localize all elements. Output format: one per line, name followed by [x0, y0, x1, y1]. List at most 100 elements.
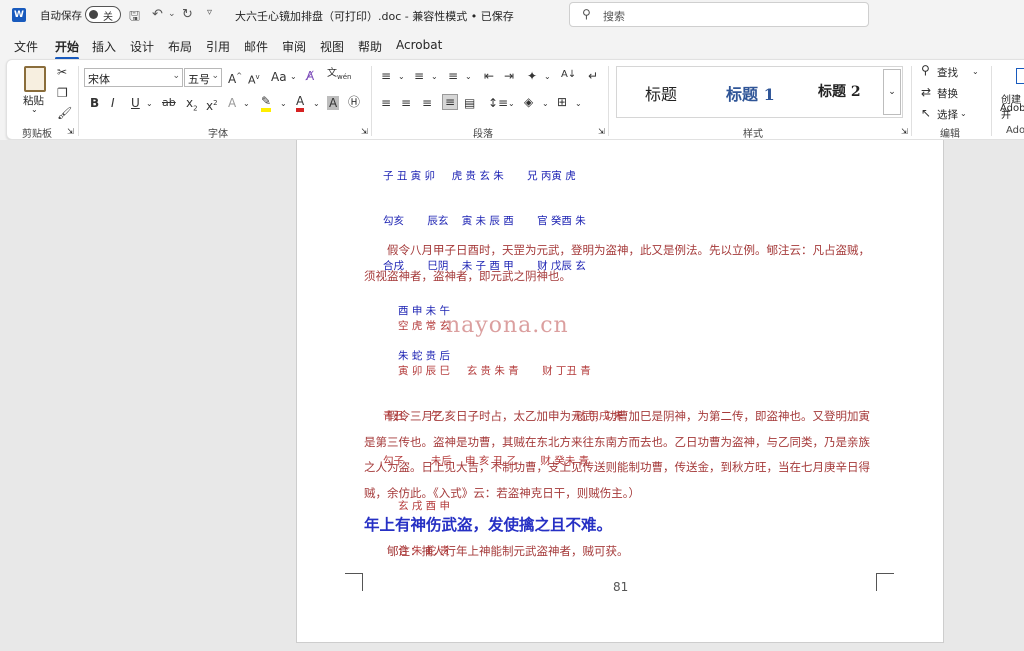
style-title[interactable]: 标题	[645, 81, 677, 105]
tab-view[interactable]: 视图	[320, 38, 344, 55]
subscript-icon[interactable]: x2	[186, 96, 198, 115]
save-icon[interactable]: 🖫	[129, 7, 140, 29]
tab-file[interactable]: 文件	[14, 38, 38, 55]
tab-references[interactable]: 引用	[206, 38, 230, 55]
tab-mailings[interactable]: 邮件	[244, 38, 268, 55]
multilevel-list-icon[interactable]: ≡	[448, 69, 458, 83]
tab-layout[interactable]: 布局	[168, 38, 192, 55]
font-size-select[interactable]: 五号 ⌄	[184, 68, 222, 87]
show-formatting-icon[interactable]: ↵	[588, 69, 598, 83]
character-shading-icon[interactable]: A	[327, 96, 340, 110]
margin-corner-left	[345, 573, 363, 591]
tab-review[interactable]: 审阅	[282, 38, 306, 55]
chevron-down-icon[interactable]: ⌄	[243, 97, 250, 111]
asian-layout-icon[interactable]: ✦	[527, 69, 537, 83]
increase-indent-icon[interactable]: ⇥	[504, 69, 514, 83]
clipboard-launcher-icon[interactable]: ⇲	[67, 127, 74, 136]
title-dropdown-icon[interactable]: ⌄	[493, 7, 501, 18]
phonetic-guide-icon[interactable]: 文wén	[327, 67, 351, 84]
create-adobe-pdf-button-line2[interactable]: Adob	[1000, 103, 1024, 114]
chevron-down-icon[interactable]: ⌄	[280, 97, 287, 111]
underline-icon[interactable]: U	[131, 96, 140, 110]
font-color-icon[interactable]: A	[296, 94, 305, 112]
select-icon[interactable]: ↖	[921, 106, 931, 120]
style-heading-1[interactable]: 标题 1	[726, 81, 775, 105]
tab-home[interactable]: 开始	[55, 38, 80, 60]
tab-insert[interactable]: 插入	[92, 38, 116, 55]
align-left-icon[interactable]: ≡	[381, 96, 391, 110]
copy-icon[interactable]: ❐	[57, 86, 68, 100]
chevron-down-icon[interactable]: ⌄	[972, 65, 979, 79]
font-name-select[interactable]: 宋体 ⌄	[84, 68, 183, 87]
search-box[interactable]: ⚲ 搜索	[569, 2, 869, 27]
chevron-down-icon[interactable]: ⌄	[313, 97, 320, 111]
numbering-icon[interactable]: ≡	[414, 69, 424, 83]
tab-help[interactable]: 帮助	[358, 38, 382, 55]
chevron-down-icon[interactable]: ⌄	[542, 97, 549, 111]
font-size-value: 五号	[188, 73, 210, 86]
font-group-label: 字体	[208, 129, 228, 140]
customize-qat-icon[interactable]: ▿	[207, 7, 212, 18]
separator	[991, 66, 992, 136]
styles-launcher-icon[interactable]: ⇲	[901, 127, 908, 136]
chevron-down-icon[interactable]: ⌄	[508, 97, 515, 111]
line-spacing-icon[interactable]: ↕≡	[488, 96, 508, 110]
clear-formatting-icon[interactable]: A̸	[306, 69, 314, 83]
distributed-icon[interactable]: ▤	[464, 96, 475, 110]
italic-icon[interactable]: I	[111, 96, 115, 110]
styles-gallery-more-button[interactable]: ⌄	[883, 69, 901, 115]
search-icon: ⚲	[582, 7, 591, 21]
chevron-down-icon[interactable]: ⌄	[398, 70, 405, 84]
separator	[371, 66, 372, 136]
undo-icon[interactable]: ↶	[152, 7, 163, 22]
select-button[interactable]: 选择	[937, 107, 958, 122]
redo-icon[interactable]: ↻	[182, 7, 193, 22]
adobe-pdf-icon[interactable]	[1016, 68, 1024, 84]
styles-group-label: 样式	[743, 129, 763, 140]
find-icon[interactable]: ⚲	[921, 63, 930, 77]
bold-icon[interactable]: B	[90, 96, 99, 110]
clipboard-group-label: 剪贴板	[22, 129, 52, 140]
justify-icon[interactable]: ≡	[442, 94, 459, 110]
chevron-down-icon[interactable]: ⌄	[431, 70, 438, 84]
cut-icon[interactable]: ✂	[57, 65, 67, 79]
shrink-font-icon[interactable]: Av	[248, 70, 260, 88]
chevron-down-icon[interactable]: ⌄	[575, 97, 582, 111]
highlight-color-icon[interactable]: ✎	[261, 94, 272, 112]
paragraph-launcher-icon[interactable]: ⇲	[598, 127, 605, 136]
align-center-icon[interactable]: ≡	[401, 96, 411, 110]
find-button[interactable]: 查找	[937, 65, 958, 80]
bullets-icon[interactable]: ≡	[381, 69, 391, 83]
chevron-down-icon[interactable]: ⌄	[290, 70, 297, 84]
superscript-icon[interactable]: x2	[206, 96, 218, 113]
shading-icon[interactable]: ◈	[524, 95, 533, 109]
strikethrough-icon[interactable]: ab	[162, 96, 176, 110]
paste-dropdown-icon[interactable]: ⌄	[31, 105, 38, 114]
format-painter-icon[interactable]: 🖌	[57, 106, 72, 120]
tab-acrobat[interactable]: Acrobat	[396, 38, 442, 52]
enclose-characters-icon[interactable]: Ⓗ	[348, 95, 360, 109]
chevron-down-icon[interactable]: ⌄	[146, 97, 153, 111]
title-bar: W 自动保存 关 🖫 ↶ ⌄ ↻ ▿ 大六壬心镜加排盘（可打印）.doc - 兼…	[0, 0, 1024, 30]
replace-icon[interactable]: ⇄	[921, 85, 931, 99]
separator	[78, 66, 79, 136]
undo-dropdown-icon[interactable]: ⌄	[168, 9, 176, 19]
chevron-down-icon[interactable]: ⌄	[544, 70, 551, 84]
tab-design[interactable]: 设计	[130, 38, 154, 55]
editing-group-label: 编辑	[940, 129, 960, 140]
text-effects-icon[interactable]: A	[228, 96, 236, 110]
sort-icon[interactable]: A↓	[561, 68, 576, 82]
align-right-icon[interactable]: ≡	[422, 96, 432, 110]
style-heading-2[interactable]: 标题 2	[818, 81, 861, 101]
paste-icon[interactable]	[24, 66, 46, 92]
replace-button[interactable]: 替换	[937, 86, 958, 101]
body-paragraph: 假令三月乙亥日子时占，太乙加申为元武，功曹加巳是阴神，为第二传，即盗神也。又登明…	[364, 409, 870, 500]
change-case-button[interactable]: Aa	[271, 70, 287, 84]
grow-font-icon[interactable]: A^	[228, 69, 242, 86]
decrease-indent-icon[interactable]: ⇤	[484, 69, 494, 83]
autosave-toggle[interactable]: 关	[85, 6, 121, 23]
chevron-down-icon[interactable]: ⌄	[960, 107, 967, 121]
font-launcher-icon[interactable]: ⇲	[361, 127, 368, 136]
borders-icon[interactable]: ⊞	[557, 95, 567, 109]
chevron-down-icon[interactable]: ⌄	[465, 70, 472, 84]
